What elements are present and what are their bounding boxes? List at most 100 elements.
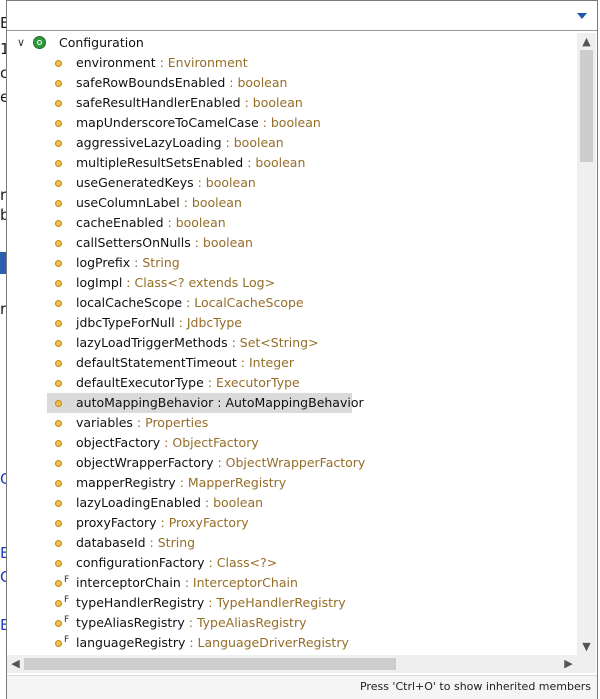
outline-field-row[interactable]: databaseId : String: [47, 533, 352, 553]
filter-input[interactable]: [13, 6, 573, 26]
field-type: boolean: [255, 155, 306, 170]
type-separator: :: [175, 475, 188, 490]
field-name: cacheEnabled: [76, 215, 164, 230]
horizontal-scrollbar[interactable]: ◀ ▶: [7, 655, 577, 673]
field-icon: [55, 100, 62, 107]
outline-field-row[interactable]: FlanguageRegistry : LanguageDriverRegist…: [47, 633, 352, 653]
outline-field-row[interactable]: autoMappingBehavior : AutoMappingBehavio…: [47, 393, 364, 413]
field-name: multipleResultSetsEnabled: [76, 155, 244, 170]
field-label: lazyLoadingEnabled : boolean: [76, 493, 263, 513]
horizontal-scroll-thumb[interactable]: [24, 658, 396, 670]
collapse-chevron-icon[interactable]: ∨: [17, 33, 27, 53]
scroll-up-arrow-icon[interactable]: ▲: [577, 33, 596, 50]
field-type: InterceptorChain: [192, 575, 298, 590]
scroll-left-arrow-icon[interactable]: ◀: [7, 655, 24, 673]
field-type: boolean: [237, 75, 288, 90]
field-label: mapUnderscoreToCamelCase : boolean: [76, 113, 321, 133]
outline-field-row[interactable]: FtypeHandlerRegistry : TypeHandlerRegist…: [47, 593, 352, 613]
field-label: multipleResultSetsEnabled : boolean: [76, 153, 305, 173]
outline-field-row[interactable]: safeResultHandlerEnabled : boolean: [47, 93, 352, 113]
field-icon: [55, 480, 62, 487]
field-label: variables : Properties: [76, 413, 208, 433]
outline-field-row[interactable]: logImpl : Class<? extends Log>: [47, 273, 352, 293]
outline-field-row[interactable]: jdbcTypeForNull : JdbcType: [47, 313, 352, 333]
field-icon: [55, 340, 62, 347]
outline-field-row[interactable]: localCacheScope : LocalCacheScope: [47, 293, 352, 313]
field-label: localCacheScope : LocalCacheScope: [76, 293, 304, 313]
type-separator: :: [221, 135, 234, 150]
type-separator: :: [122, 275, 135, 290]
outline-field-row[interactable]: environment : Environment: [47, 53, 352, 73]
outline-field-row[interactable]: aggressiveLazyLoading : boolean: [47, 133, 352, 153]
field-label: safeResultHandlerEnabled : boolean: [76, 93, 303, 113]
type-separator: :: [132, 415, 146, 430]
field-type: MapperRegistry: [187, 475, 287, 490]
field-type: String: [142, 255, 180, 270]
field-icon: [55, 220, 62, 227]
field-icon: [55, 440, 62, 447]
field-type: boolean: [175, 215, 226, 230]
field-label: defaultExecutorType : ExecutorType: [76, 373, 300, 393]
outline-field-row[interactable]: mapUnderscoreToCamelCase : boolean: [47, 113, 352, 133]
view-menu-chevron-down-icon[interactable]: [577, 13, 587, 19]
field-name: useColumnLabel: [76, 195, 180, 210]
type-separator: :: [240, 95, 253, 110]
type-separator: :: [185, 635, 198, 650]
field-label: defaultStatementTimeout : Integer: [76, 353, 294, 373]
type-separator: :: [225, 75, 238, 90]
field-name: typeHandlerRegistry: [76, 595, 205, 610]
field-icon: [55, 320, 62, 327]
vertical-scroll-thumb[interactable]: [580, 50, 593, 162]
outline-field-row[interactable]: FtypeAliasRegistry : TypeAliasRegistry: [47, 613, 352, 633]
vertical-scrollbar[interactable]: ▲ ▼: [577, 33, 596, 655]
field-icon: [55, 420, 62, 427]
outline-field-row[interactable]: mapperRegistry : MapperRegistry: [47, 473, 352, 493]
field-type: Environment: [167, 55, 248, 70]
field-label: objectWrapperFactory : ObjectWrapperFact…: [76, 453, 365, 473]
outline-field-row[interactable]: defaultStatementTimeout : Integer: [47, 353, 352, 373]
outline-field-row[interactable]: FinterceptorChain : InterceptorChain: [47, 573, 352, 593]
scroll-right-arrow-icon[interactable]: ▶: [560, 655, 577, 673]
field-icon: [55, 600, 62, 607]
field-name: safeRowBoundsEnabled: [76, 75, 226, 90]
outline-field-row[interactable]: variables : Properties: [47, 413, 352, 433]
status-bar: Press 'Ctrl+O' to show inherited members: [7, 675, 597, 699]
outline-field-row[interactable]: safeRowBoundsEnabled : boolean: [47, 73, 352, 93]
field-name: useGeneratedKeys: [76, 175, 194, 190]
field-name: logImpl: [76, 275, 123, 290]
outline-field-row[interactable]: cacheEnabled : boolean: [47, 213, 352, 233]
field-icon: [55, 260, 62, 267]
type-separator: :: [190, 235, 203, 250]
outline-field-row[interactable]: useGeneratedKeys : boolean: [47, 173, 352, 193]
type-separator: :: [180, 575, 193, 590]
outline-field-row[interactable]: defaultExecutorType : ExecutorType: [47, 373, 352, 393]
outline-field-row[interactable]: lazyLoadingEnabled : boolean: [47, 493, 352, 513]
field-type: AutoMappingBehavior: [225, 395, 364, 410]
field-label: logImpl : Class<? extends Log>: [76, 273, 275, 293]
type-separator: :: [204, 555, 217, 570]
field-icon: [55, 640, 62, 647]
field-type: boolean: [233, 135, 284, 150]
outline-field-row[interactable]: useColumnLabel : boolean: [47, 193, 352, 213]
outline-field-row[interactable]: proxyFactory : ProxyFactory: [47, 513, 352, 533]
field-icon: [55, 140, 62, 147]
scrollbar-corner: [577, 655, 596, 673]
field-label: safeRowBoundsEnabled : boolean: [76, 73, 287, 93]
outline-field-row[interactable]: callSettersOnNulls : boolean: [47, 233, 352, 253]
field-type: Class<?>: [216, 555, 278, 570]
field-label: languageRegistry : LanguageDriverRegistr…: [76, 633, 349, 653]
final-modifier-icon: F: [64, 615, 70, 625]
outline-field-row[interactable]: objectWrapperFactory : ObjectWrapperFact…: [47, 453, 365, 473]
field-name: safeResultHandlerEnabled: [76, 95, 241, 110]
outline-field-row[interactable]: multipleResultSetsEnabled : boolean: [47, 153, 352, 173]
type-separator: :: [236, 355, 249, 370]
outline-field-row[interactable]: objectFactory : ObjectFactory: [47, 433, 352, 453]
scroll-down-arrow-icon[interactable]: ▼: [577, 638, 596, 655]
field-type: String: [157, 535, 196, 550]
field-label: jdbcTypeForNull : JdbcType: [76, 313, 242, 333]
type-separator: :: [203, 375, 216, 390]
outline-field-row[interactable]: configurationFactory : Class<?>: [47, 553, 352, 573]
outline-field-row[interactable]: lazyLoadTriggerMethods : Set<String>: [47, 333, 352, 353]
outline-field-row[interactable]: logPrefix : String: [47, 253, 352, 273]
tree-root-row[interactable]: ∨ Configuration: [7, 33, 577, 53]
